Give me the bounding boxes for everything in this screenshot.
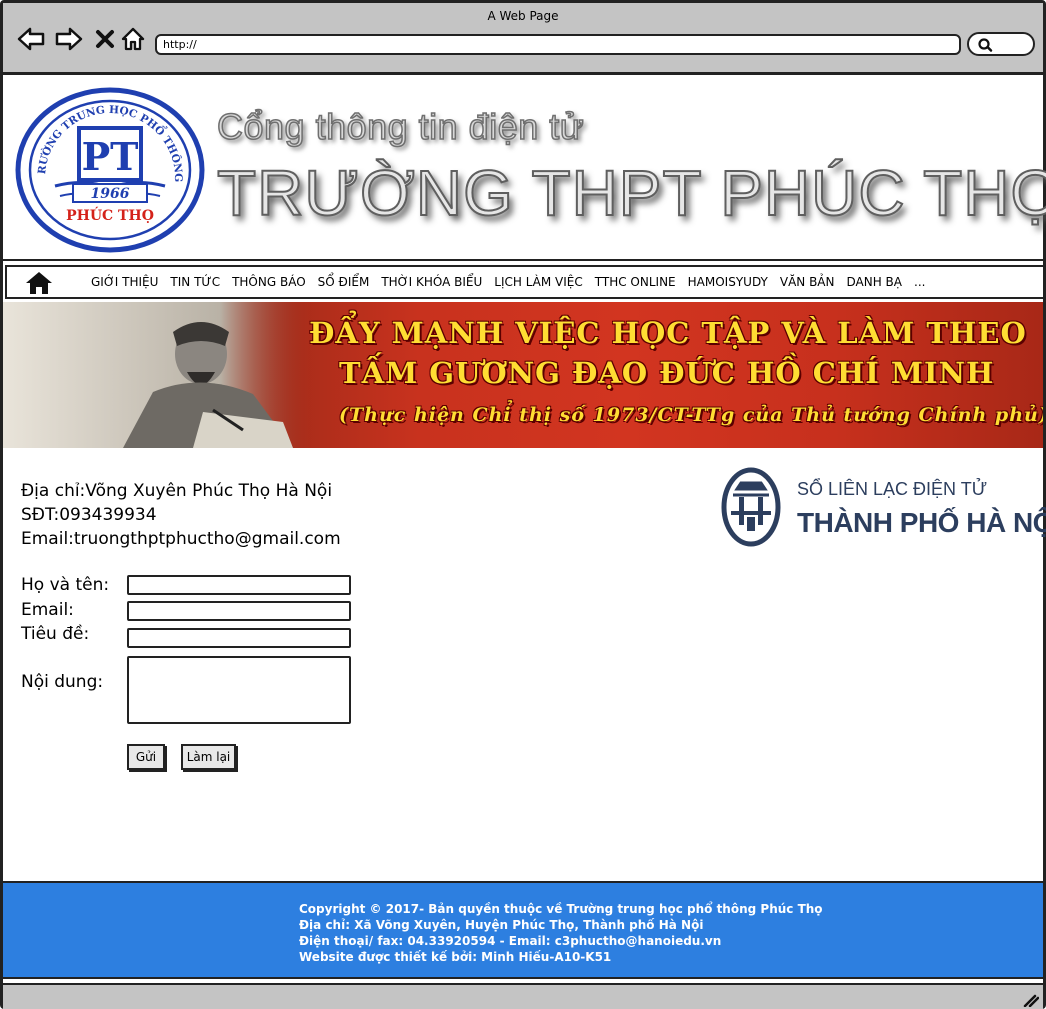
submit-button[interactable]: Gửi — [127, 744, 165, 770]
content-label: Nội dung: — [21, 672, 104, 692]
name-label: Họ và tên: — [21, 575, 110, 595]
partner-line-2: THÀNH PHỐ HÀ NỘI — [797, 507, 1046, 538]
nav-item-hamoisyudy[interactable]: HAMOISYUDY — [682, 275, 774, 289]
reset-button[interactable]: Làm lại — [181, 744, 236, 770]
banner-line-3: (Thực hiện Chỉ thị số 1973/CT-TTg của Th… — [339, 404, 1043, 426]
header-title: TRƯỜNG THPT PHÚC THỌ — [216, 156, 1046, 230]
search-icon — [978, 38, 993, 52]
nav-item-tin-tuc[interactable]: TIN TỨC — [164, 275, 226, 289]
nav-item-van-ban[interactable]: VĂN BẢN — [774, 275, 841, 289]
nav-items: GIỚI THIỆU TIN TỨC THÔNG BÁO SỔ ĐIỂM THỜ… — [85, 267, 931, 297]
footer-contact: Điện thoại/ fax: 04.33920594 - Email: c3… — [299, 934, 722, 948]
browser-toolbar: A Web Page http:// — [3, 3, 1043, 75]
footer-designer: Website được thiết kế bởi: Minh Hiếu-A10… — [299, 950, 612, 964]
main-nav: GIỚI THIỆU TIN TỨC THÔNG BÁO SỔ ĐIỂM THỜ… — [5, 265, 1045, 299]
banner-portrait-image — [3, 302, 313, 448]
logo-monogram: PT — [82, 134, 139, 179]
contact-email: Email:truongthptphuctho@gmail.com — [21, 529, 341, 549]
footer-copyright: Copyright © 2017- Bản quyền thuộc về Trư… — [299, 902, 823, 916]
school-logo[interactable]: TRƯỜNG TRUNG HỌC PHỔ THÔNG PT 1966 PHÚC … — [15, 86, 205, 254]
forward-arrow-icon[interactable] — [55, 25, 83, 53]
email-label: Email: — [21, 600, 74, 620]
banner-line-1: ĐẨY MẠNH VIỆC HỌC TẬP VÀ LÀM THEO — [309, 316, 1027, 350]
browser-window: A Web Page http:// TRƯỜNG TRUNG HỌC PHỔ … — [0, 0, 1046, 1009]
nav-item-lich-lam-viec[interactable]: LỊCH LÀM VIỆC — [488, 275, 589, 289]
contact-info: Địa chỉ:Võng Xuyên Phúc Thọ Hà Nội SĐT:0… — [21, 479, 341, 551]
site-footer: Copyright © 2017- Bản quyền thuộc về Trư… — [3, 881, 1043, 979]
footer-address: Địa chỉ: Xã Võng Xuyên, Huyện Phúc Thọ, … — [299, 918, 704, 932]
logo-name: PHÚC THỌ — [66, 206, 154, 224]
nav-item-so-diem[interactable]: SỔ ĐIỂM — [312, 275, 376, 289]
nav-item-thoi-khoa-bieu[interactable]: THỜI KHÓA BIỂU — [375, 275, 488, 289]
header-subtitle: Cổng thông tin điện tử — [216, 105, 585, 148]
browser-statusbar — [3, 983, 1043, 1009]
name-input[interactable] — [127, 575, 351, 595]
nav-item-gioi-thieu[interactable]: GIỚI THIỆU — [85, 275, 164, 289]
nav-item-more[interactable]: ... — [908, 275, 931, 289]
back-arrow-icon[interactable] — [17, 25, 45, 53]
search-field[interactable] — [967, 32, 1035, 56]
logo-year: 1966 — [91, 186, 130, 202]
footer-text: Copyright © 2017- Bản quyền thuộc về Trư… — [299, 901, 823, 965]
subject-label: Tiêu đề: — [21, 624, 90, 644]
partner-line-1: SỔ LIÊN LẠC ĐIỆN TỬ — [797, 479, 988, 499]
nav-item-tthc-online[interactable]: TTHC ONLINE — [589, 275, 682, 289]
email-input[interactable] — [127, 601, 351, 621]
hanoi-emblem-icon — [721, 467, 781, 547]
subject-input[interactable] — [127, 628, 351, 648]
nav-item-danh-ba[interactable]: DANH BẠ — [841, 275, 909, 289]
close-x-icon[interactable] — [91, 25, 119, 53]
url-input[interactable]: http:// — [155, 34, 961, 55]
partner-link[interactable]: SỔ LIÊN LẠC ĐIỆN TỬ THÀNH PHỐ HÀ NỘI — [721, 465, 1046, 549]
window-title: A Web Page — [487, 9, 559, 23]
content-textarea[interactable] — [127, 656, 351, 724]
contact-phone: SĐT:093439934 — [21, 505, 157, 525]
nav-home-icon[interactable] — [25, 271, 53, 295]
resize-grip-icon[interactable] — [1021, 993, 1039, 1007]
contact-address: Địa chỉ:Võng Xuyên Phúc Thọ Hà Nội — [21, 481, 333, 501]
banner: ĐẨY MẠNH VIỆC HỌC TẬP VÀ LÀM THEO TẤM GƯ… — [3, 302, 1043, 448]
nav-item-thong-bao[interactable]: THÔNG BÁO — [226, 275, 312, 289]
home-icon[interactable] — [119, 25, 147, 53]
banner-line-2: TẤM GƯƠNG ĐẠO ĐỨC HỒ CHÍ MINH — [339, 356, 995, 390]
site-header: TRƯỜNG TRUNG HỌC PHỔ THÔNG PT 1966 PHÚC … — [3, 78, 1046, 261]
